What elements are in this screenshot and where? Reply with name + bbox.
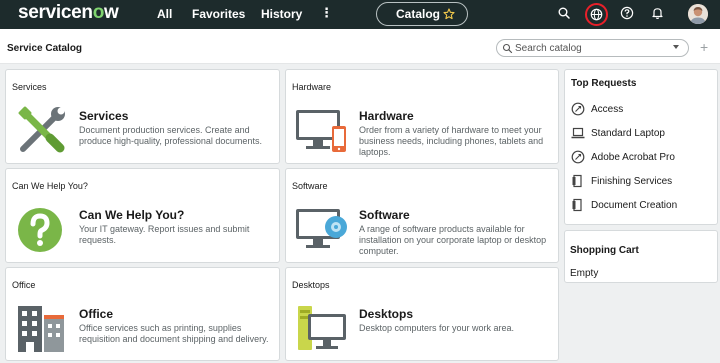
building-icon [18, 306, 64, 352]
acrobat-icon [571, 150, 585, 164]
bell-icon[interactable] [651, 6, 664, 20]
category-card-hardware[interactable]: Hardware Hardware Order from a variety o… [285, 69, 559, 164]
shopping-cart-title: Shopping Cart [570, 245, 639, 256]
card-description: Your IT gateway. Report issues and submi… [79, 224, 250, 245]
nav-all[interactable]: All [157, 7, 172, 21]
card-category-label: Services [12, 82, 47, 92]
document-icon [572, 174, 582, 188]
servicenow-logo[interactable]: servicenow [18, 3, 119, 23]
top-request-label: Finishing Services [591, 176, 673, 187]
catalog-context-pill[interactable]: Catalog [376, 2, 468, 26]
document-icon [572, 198, 582, 212]
nav-history[interactable]: History [261, 7, 302, 21]
catalog-content: Services Services Document production se… [0, 64, 720, 363]
top-request-label: Standard Laptop [591, 128, 665, 139]
monitor-disc-icon [296, 209, 347, 248]
card-category-label: Software [292, 181, 328, 191]
top-request-item-document-creation[interactable]: Document Creation [571, 198, 711, 214]
category-card-can-we-help-you[interactable]: Can We Help You? Can We Help You? Your I… [5, 168, 280, 263]
top-request-item-adobe-acrobat-pro[interactable]: Adobe Acrobat Pro [571, 150, 711, 166]
star-icon[interactable] [443, 8, 455, 20]
top-request-item-standard-laptop[interactable]: Standard Laptop [571, 126, 711, 142]
nav-favorites[interactable]: Favorites [192, 7, 245, 21]
catalog-subheader: Service Catalog + [0, 29, 720, 64]
top-requests-panel: Top Requests Access Standard Laptop Adob… [564, 69, 718, 225]
page-title: Service Catalog [7, 43, 83, 54]
chevron-down-icon[interactable] [673, 45, 679, 49]
top-request-label: Document Creation [591, 200, 678, 211]
card-description: Order from a variety of hardware to meet… [359, 125, 544, 157]
card-title: Can We Help You? [79, 208, 185, 222]
top-nav: servicenow All Favorites History ⋮ Catal… [0, 0, 720, 29]
card-category-label: Hardware [292, 82, 332, 92]
card-category-label: Office [12, 280, 36, 290]
card-description: Desktop computers for your work area. [359, 323, 515, 333]
card-description: A range of software products available f… [359, 224, 547, 256]
user-avatar[interactable] [688, 4, 708, 24]
search-catalog-input[interactable] [515, 42, 665, 54]
card-description: Office services such as printing, suppli… [79, 323, 269, 344]
question-icon [18, 208, 62, 252]
catalog-pill-label: Catalog [396, 7, 441, 21]
top-request-item-finishing-services[interactable]: Finishing Services [571, 174, 711, 190]
monitor-phone-icon [296, 110, 346, 152]
desktops-icon [298, 306, 346, 350]
top-request-label: Access [591, 104, 624, 115]
category-card-software[interactable]: Software Software A range of software pr… [285, 168, 559, 263]
top-requests-title: Top Requests [571, 78, 637, 89]
card-category-label: Desktops [292, 280, 330, 290]
card-title: Software [359, 208, 410, 222]
shopping-cart-panel: Shopping Cart Empty [564, 230, 718, 283]
help-icon[interactable] [620, 6, 634, 20]
tools-icon [18, 106, 65, 153]
more-menu-icon[interactable]: ⋮ [320, 5, 333, 21]
card-title: Hardware [359, 109, 414, 123]
search-icon[interactable] [557, 6, 571, 20]
access-icon [571, 102, 585, 116]
laptop-icon [571, 127, 585, 139]
add-button[interactable]: + [700, 39, 708, 55]
card-title: Office [79, 307, 114, 321]
card-description: Document production services. Create and… [79, 125, 262, 146]
top-request-label: Adobe Acrobat Pro [591, 152, 675, 163]
card-title: Desktops [359, 307, 414, 321]
shopping-cart-empty-text: Empty [570, 268, 599, 279]
category-card-services[interactable]: Services Services Document production se… [5, 69, 280, 164]
globe-icon[interactable] [590, 8, 603, 21]
top-request-item-access[interactable]: Access [571, 102, 711, 118]
card-title: Services [79, 109, 129, 123]
card-category-label: Can We Help You? [12, 181, 88, 191]
category-card-desktops[interactable]: Desktops Desktops Desktop computers for … [285, 267, 559, 361]
search-catalog[interactable] [496, 39, 689, 57]
logo-accent-letter: o [92, 2, 105, 23]
category-card-office[interactable]: Office Office Office services such as pr… [5, 267, 280, 361]
search-icon [502, 43, 513, 54]
